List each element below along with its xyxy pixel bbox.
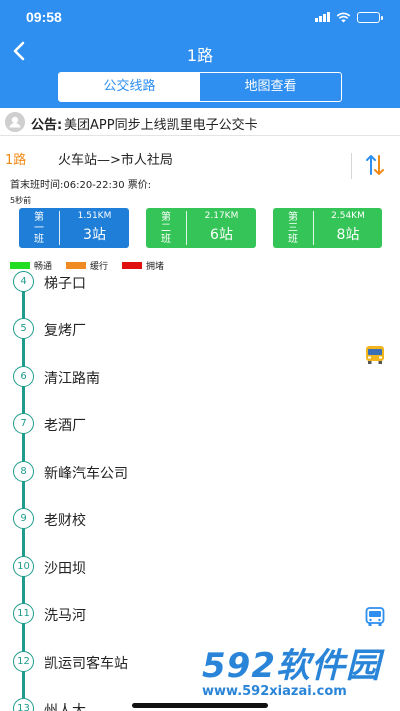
legend-swatch [122, 261, 143, 269]
view-tabs: 公交线路 地图查看 [58, 72, 342, 102]
station-name: 梯子口 [44, 276, 86, 292]
legend-swatch [10, 261, 30, 269]
bus-distance: 2.17KM [204, 211, 239, 221]
station-name: 老酒厂 [44, 418, 86, 434]
station-name: 沙田坝 [44, 561, 86, 577]
station-item[interactable]: 6 清江路南 [0, 366, 400, 413]
tab-bus-route[interactable]: 公交线路 [59, 73, 200, 101]
station-number: 13 [13, 698, 34, 711]
station-name: 凯运司客车站 [44, 656, 128, 672]
watermark-brand: 592软件园 [202, 646, 381, 686]
station-item[interactable]: 5 复烤厂 [0, 318, 400, 365]
bus-stops-away: 3站 [83, 227, 106, 243]
bus-distance: 1.51KM [77, 211, 112, 221]
station-name: 州人大 [44, 703, 86, 711]
bus-distance: 2.54KM [331, 211, 365, 221]
station-name: 洗马河 [44, 608, 86, 624]
station-name: 老财校 [44, 513, 86, 529]
status-time: 09:58 [26, 9, 62, 25]
tab-map-view[interactable]: 地图查看 [200, 73, 341, 101]
notice-text: 美团APP同步上线凯里电子公交卡 [64, 118, 258, 133]
bus-card-2[interactable]: 第 二 班 2.17KM 6站 [146, 208, 256, 248]
battery-icon [357, 11, 383, 23]
station-number: 11 [13, 603, 34, 624]
route-direction: 火车站—>市人社局 [58, 153, 173, 168]
station-number: 10 [13, 556, 34, 577]
legend-item-congested: 拥堵 [122, 259, 164, 272]
cellular-signal-icon [315, 12, 330, 22]
status-bar: 09:58 [0, 0, 400, 34]
swap-arrows-icon [366, 155, 384, 175]
bus-order: 第 一 班 [34, 211, 44, 245]
station-number: 12 [13, 651, 34, 672]
bus-card-1[interactable]: 第 一 班 1.51KM 3站 [19, 208, 129, 248]
update-time: 5秒前 [10, 196, 32, 205]
station-number: 4 [13, 271, 34, 292]
bus-order: 第 三 班 [288, 211, 298, 245]
site-watermark: 592软件园 www.592xiazai.com [196, 636, 400, 711]
wifi-icon [336, 12, 351, 22]
watermark-url: www.592xiazai.com [202, 684, 347, 699]
station-item[interactable]: 10 沙田坝 [0, 556, 400, 603]
schedule-text: 首末班时间:06:20-22:30 票价: [10, 180, 152, 191]
bus-icon[interactable] [364, 606, 386, 628]
legend-swatch [66, 261, 87, 269]
bus-stops-away: 6站 [210, 227, 233, 243]
station-number: 6 [13, 366, 34, 387]
home-indicator [132, 703, 268, 708]
bus-stops-away: 8站 [336, 227, 360, 243]
station-item[interactable]: 4 梯子口 [0, 271, 400, 318]
bus-card-3[interactable]: 第 三 班 2.54KM 8站 [273, 208, 382, 248]
notice-label: 公告: [31, 118, 63, 133]
back-button[interactable] [8, 38, 32, 64]
app-header: 09:58 1路 公交线路 地图查看 [0, 0, 400, 108]
legend-item-slow: 缓行 [66, 259, 108, 272]
user-avatar-icon [5, 112, 25, 132]
route-info: 1路 火车站—>市人社局 首末班时间:06:20-22:30 票价: 5秒前 第… [0, 136, 400, 254]
route-number: 1路 [5, 153, 27, 168]
chevron-left-icon [13, 41, 25, 61]
station-name: 清江路南 [44, 371, 100, 387]
station-number: 7 [13, 413, 34, 434]
station-number: 8 [13, 461, 34, 482]
station-name: 新峰汽车公司 [44, 466, 128, 482]
bus-order: 第 二 班 [161, 211, 171, 245]
page-title: 1路 [186, 46, 214, 65]
notice-bar: 公告: 美团APP同步上线凯里电子公交卡 [0, 108, 400, 136]
bus-icon[interactable] [364, 344, 386, 366]
divider [351, 153, 352, 179]
station-number: 9 [13, 508, 34, 529]
status-icons [315, 10, 383, 24]
legend-item-smooth: 畅通 [10, 259, 52, 272]
station-item[interactable]: 8 新峰汽车公司 [0, 461, 400, 508]
station-number: 5 [13, 318, 34, 339]
station-name: 复烤厂 [44, 323, 86, 339]
traffic-legend: 畅通 缓行 拥堵 [10, 259, 178, 272]
station-item[interactable]: 9 老财校 [0, 508, 400, 555]
swap-direction-button[interactable] [363, 152, 387, 178]
station-item[interactable]: 7 老酒厂 [0, 413, 400, 460]
